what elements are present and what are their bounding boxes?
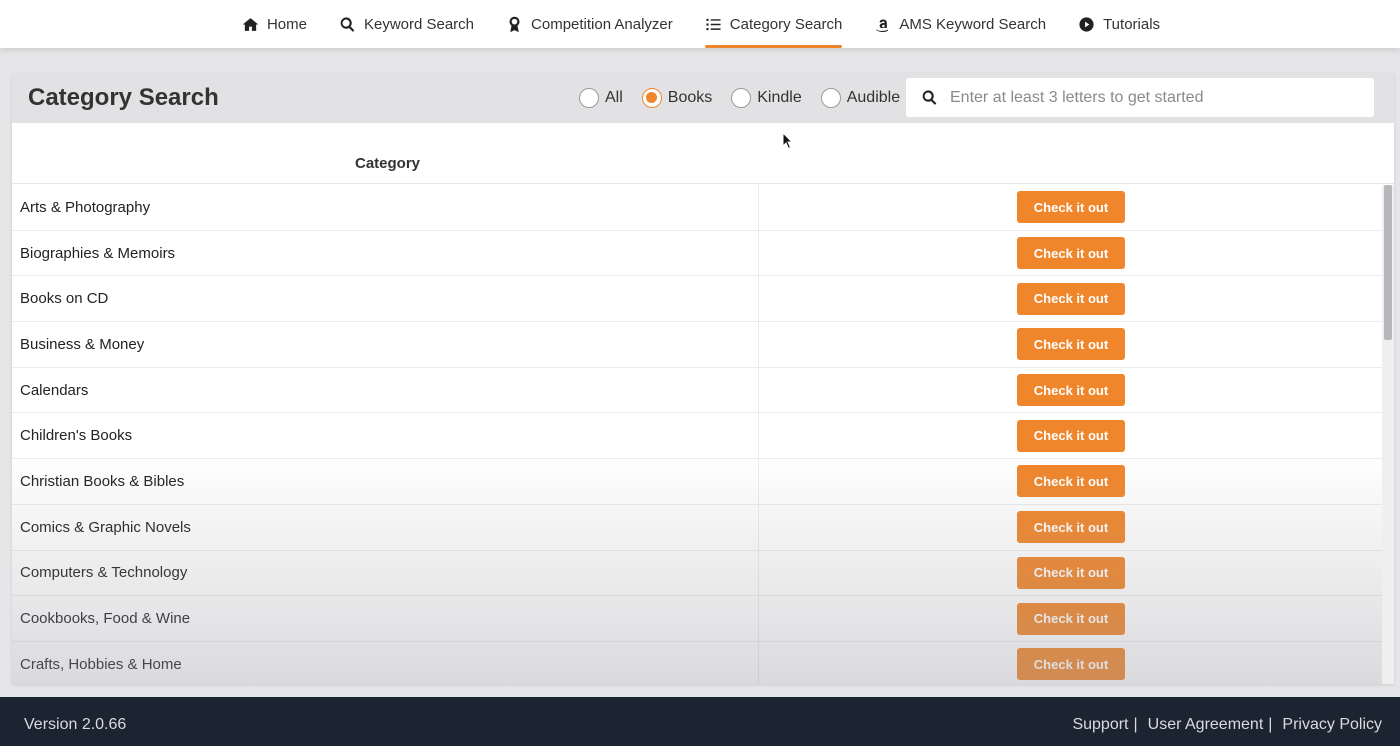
radio-circle[interactable] — [641, 88, 662, 108]
radio-label: Kindle — [757, 89, 802, 106]
category-name: Christian Books & Bibles — [20, 472, 185, 490]
nav-label: Competition Analyzer — [531, 15, 673, 33]
category-name: Biographies & Memoirs — [20, 244, 176, 262]
marketplace-filter: All Books Kindle Audible — [579, 73, 919, 123]
radio-all[interactable]: All — [579, 88, 623, 108]
nav-label: Tutorials — [1103, 15, 1161, 33]
table-row: Biographies & Memoirs Check it out — [12, 230, 1382, 277]
category-name: Books on CD — [20, 290, 109, 308]
radio-books[interactable]: Books — [641, 88, 713, 108]
check-it-out-button[interactable]: Check it out — [1017, 511, 1125, 544]
radio-circle[interactable] — [579, 88, 599, 108]
column-header-category: Category — [355, 155, 421, 172]
table-row: Calendars Check it out — [12, 367, 1382, 414]
radio-audible[interactable]: Audible — [820, 88, 901, 108]
column-divider — [758, 596, 759, 641]
link-separator: | — [1133, 716, 1138, 733]
category-name: Arts & Photography — [20, 198, 151, 216]
nav-item-competition-analyzer[interactable]: Competition Analyzer — [506, 0, 673, 48]
category-search-input[interactable] — [950, 78, 1360, 117]
privacy-policy-link[interactable]: Privacy Policy — [1282, 716, 1382, 734]
check-it-out-button[interactable]: Check it out — [1017, 374, 1125, 407]
panel-header: Category Search All Books Kindle Audible — [12, 73, 1394, 123]
search-icon — [922, 90, 937, 105]
nav-item-keyword-search[interactable]: Keyword Search — [339, 0, 474, 48]
check-it-out-button[interactable]: Check it out — [1017, 282, 1125, 315]
category-search-box — [906, 78, 1374, 117]
nav-item-tutorials[interactable]: Tutorials — [1078, 0, 1160, 48]
nav-item-ams-keyword-search[interactable]: AMS Keyword Search — [874, 0, 1046, 48]
column-divider — [758, 550, 759, 596]
table-row: Computers & Technology Check it out — [12, 550, 1382, 597]
category-name: Business & Money — [20, 335, 145, 353]
nav-label: Category Search — [729, 15, 843, 33]
column-divider — [758, 276, 759, 322]
nav-item-category-search[interactable]: Category Search — [704, 0, 843, 48]
amazon-icon — [876, 19, 889, 32]
check-it-out-button[interactable]: Check it out — [1017, 191, 1125, 224]
check-it-out-button[interactable]: Check it out — [1017, 602, 1125, 635]
award-icon — [509, 16, 520, 32]
table-row: Business & Money Check it out — [12, 322, 1382, 368]
category-table: Arts & Photography Check it out Biographie… — [12, 185, 1382, 684]
check-it-out-button[interactable]: Check it out — [1017, 419, 1125, 452]
category-name: Comics & Graphic Novels — [20, 518, 191, 536]
nav-list: Home Keyword Search Competition Analyzer… — [240, 0, 1160, 48]
radio-label: Audible — [846, 89, 901, 106]
check-it-out-button[interactable]: Check it out — [1017, 648, 1125, 681]
nav-label: Home — [266, 15, 307, 33]
check-it-out-button[interactable]: Check it out — [1017, 556, 1125, 589]
column-divider — [758, 504, 759, 550]
mouse-cursor-icon — [782, 132, 794, 150]
column-divider — [758, 459, 759, 504]
radio-circle[interactable] — [731, 88, 752, 108]
table-scrollbar[interactable] — [1382, 185, 1394, 684]
list-icon — [706, 18, 721, 30]
category-name: Calendars — [20, 381, 89, 399]
column-divider — [758, 641, 759, 684]
radio-kindle[interactable]: Kindle — [731, 88, 802, 108]
table-row: Crafts, Hobbies & Home Check it out — [12, 641, 1382, 684]
table-row: Christian Books & Bibles Check it out — [12, 459, 1382, 505]
table-header: Category — [12, 123, 1394, 184]
table-row: Cookbooks, Food & Wine Check it out — [12, 596, 1382, 642]
nav-label: Keyword Search — [363, 15, 475, 33]
radio-label: All — [605, 89, 623, 106]
nav-label: AMS Keyword Search — [899, 15, 1047, 33]
category-name: Children's Books — [20, 427, 133, 445]
category-name: Computers & Technology — [20, 564, 188, 582]
version-text: Version 2.0.66 — [24, 716, 127, 733]
nav-item-home[interactable]: Home — [242, 0, 307, 48]
check-it-out-button[interactable]: Check it out — [1017, 465, 1125, 498]
search-icon — [340, 16, 355, 32]
check-it-out-button[interactable]: Check it out — [1017, 237, 1125, 270]
page-title: Category Search — [28, 84, 219, 111]
scrollbar-thumb[interactable] — [1384, 185, 1392, 340]
column-divider — [758, 185, 759, 230]
table-row: Books on CD Check it out — [12, 276, 1382, 323]
category-search-panel: Category Search All Books Kindle Audible — [12, 73, 1394, 684]
category-name: Crafts, Hobbies & Home — [20, 655, 182, 673]
column-divider — [758, 413, 759, 459]
link-separator: | — [1268, 716, 1273, 733]
check-it-out-button[interactable]: Check it out — [1017, 328, 1125, 361]
category-name: Cookbooks, Food & Wine — [20, 610, 191, 628]
column-divider — [758, 230, 759, 276]
top-nav: Home Keyword Search Competition Analyzer… — [0, 0, 1400, 48]
table-row: Arts & Photography Check it out — [12, 185, 1382, 231]
home-icon — [242, 17, 259, 31]
user-agreement-link[interactable]: User Agreement — [1148, 716, 1264, 734]
column-divider — [758, 322, 759, 367]
footer-links: Support | User Agreement | Privacy Polic… — [1072, 716, 1382, 734]
table-row: Comics & Graphic Novels Check it out — [12, 504, 1382, 551]
radio-label: Books — [667, 89, 713, 106]
column-divider — [758, 367, 759, 413]
play-icon — [1079, 16, 1094, 32]
table-row: Children's Books Check it out — [12, 413, 1382, 460]
radio-circle[interactable] — [820, 88, 841, 108]
footer: Version 2.0.66 Support | User Agreement … — [0, 697, 1400, 746]
support-link[interactable]: Support — [1072, 716, 1128, 734]
